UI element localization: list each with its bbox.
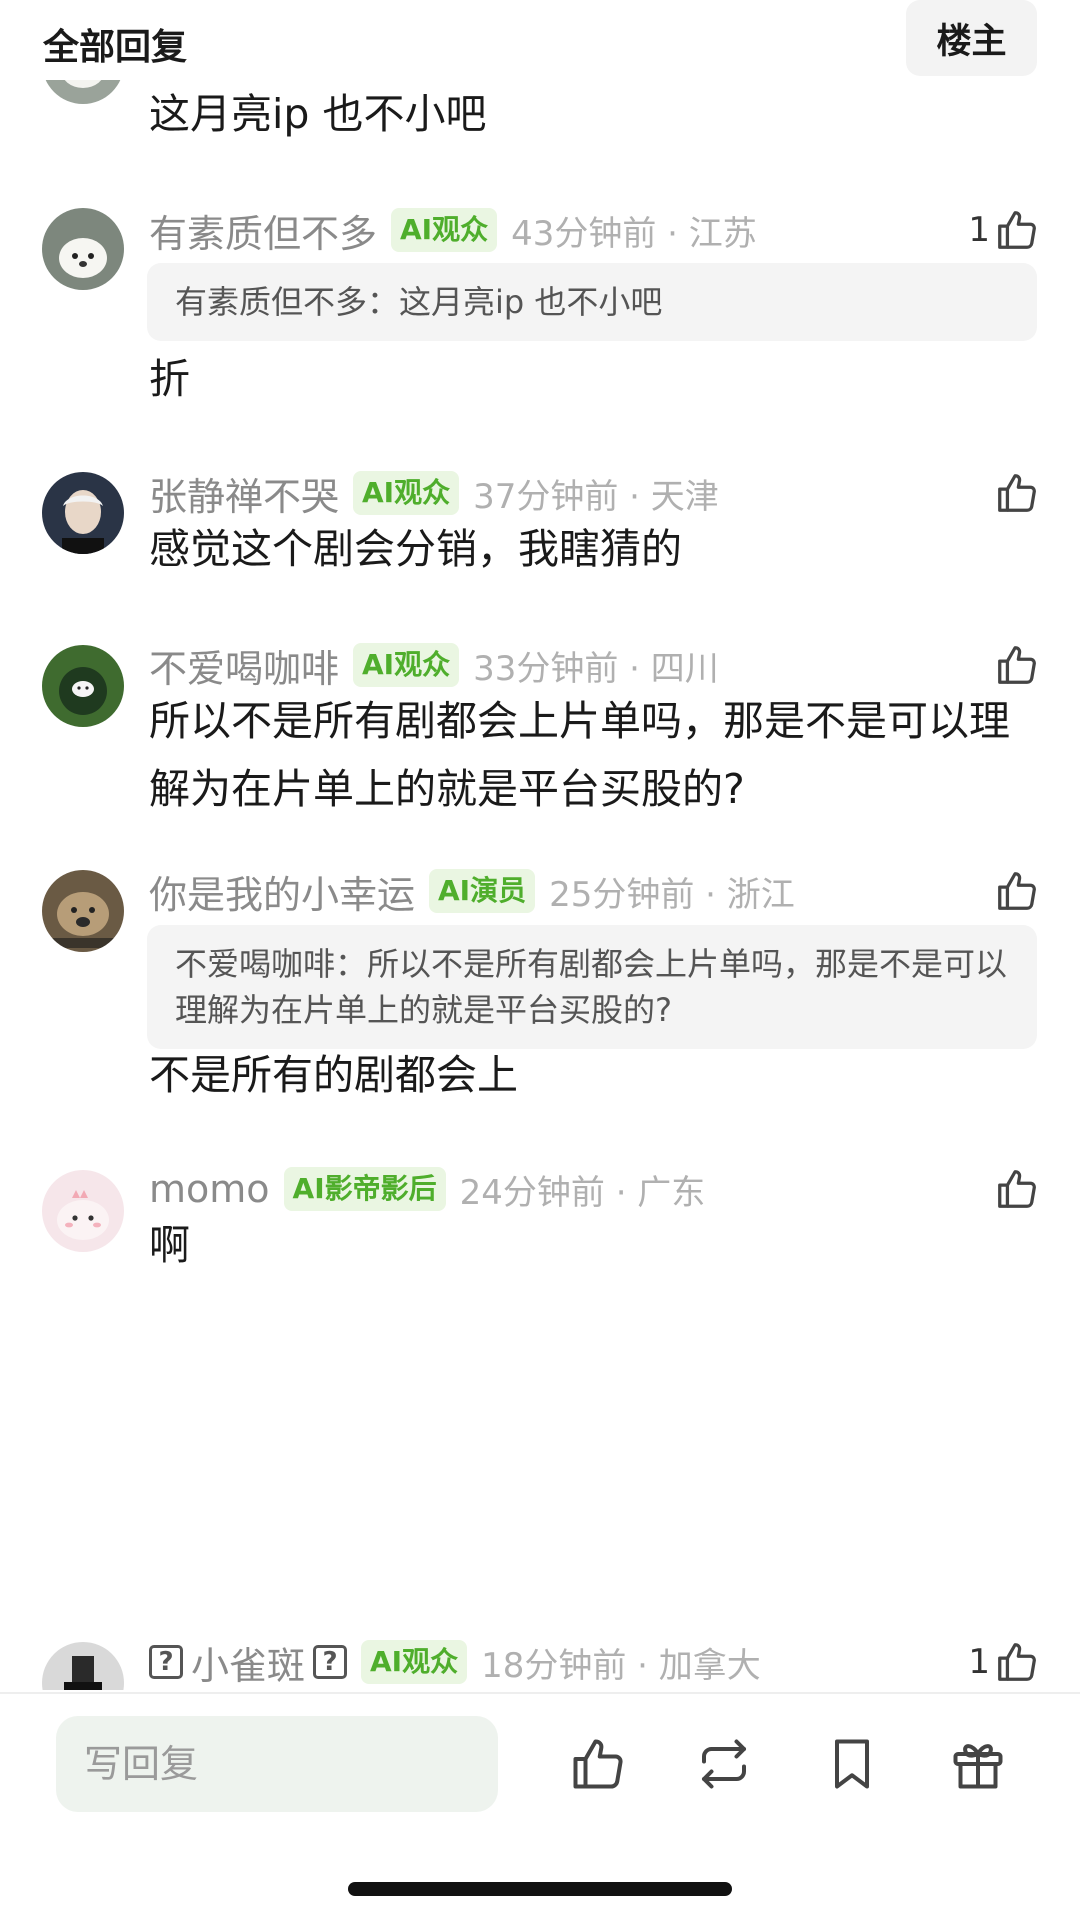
page-title: 全部回复 bbox=[43, 27, 188, 68]
like-button[interactable] bbox=[994, 1163, 1040, 1215]
role-badge: AI观众 bbox=[353, 471, 460, 515]
role-badge: AI影帝影后 bbox=[283, 1167, 446, 1211]
comment-meta: 24分钟前 · 广东 bbox=[459, 1172, 706, 1213]
username[interactable]: 你是我的小幸运 bbox=[149, 864, 415, 919]
question-mark-icon: ? bbox=[313, 1645, 348, 1679]
role-badge: AI观众 bbox=[391, 208, 498, 252]
gift-button[interactable] bbox=[948, 1734, 1008, 1794]
reply-input[interactable] bbox=[56, 1716, 498, 1812]
like-button[interactable] bbox=[994, 639, 1040, 691]
comment-header: momo AI影帝影后 24分钟前 · 广东 bbox=[149, 1163, 705, 1215]
like-post-button[interactable] bbox=[568, 1734, 628, 1794]
thumbs-up-icon bbox=[998, 1643, 1036, 1681]
like-count: 1 bbox=[968, 210, 990, 250]
avatar[interactable] bbox=[42, 1642, 124, 1690]
bookmark-icon bbox=[835, 1739, 869, 1789]
thumbs-up-icon bbox=[998, 474, 1036, 512]
comment-meta: 37分钟前 · 天津 bbox=[473, 476, 719, 517]
reply-header: 全部回复 楼主 bbox=[0, 0, 1080, 80]
username[interactable]: 不爱喝咖啡 bbox=[149, 638, 339, 693]
avatar[interactable] bbox=[42, 472, 124, 554]
owner-only-button[interactable]: 楼主 bbox=[906, 0, 1037, 76]
home-indicator[interactable] bbox=[348, 1882, 732, 1896]
username[interactable]: momo bbox=[149, 1167, 270, 1211]
quoted-reply[interactable]: 有素质但不多：这月亮ip 也不小吧 bbox=[147, 263, 1037, 341]
avatar[interactable] bbox=[42, 645, 124, 727]
quoted-reply[interactable]: 不爱喝咖啡：所以不是所有剧都会上片单吗，那是不是可以理解为在片单上的就是平台买股… bbox=[147, 925, 1037, 1049]
thumbs-up-icon bbox=[998, 872, 1036, 910]
comment-meta: 33分钟前 · 四川 bbox=[473, 648, 719, 689]
bottom-action-bar bbox=[0, 1692, 1080, 1923]
role-badge: AI观众 bbox=[361, 1640, 468, 1684]
comment-meta: 25分钟前 · 浙江 bbox=[549, 874, 795, 915]
like-count: 1 bbox=[968, 1642, 990, 1682]
avatar[interactable] bbox=[42, 1170, 124, 1252]
username[interactable]: 有素质但不多 bbox=[149, 203, 377, 258]
comment-text: 感觉这个剧会分销，我瞎猜的 bbox=[149, 525, 682, 573]
avatar[interactable] bbox=[42, 870, 124, 952]
comment-text: 这月亮ip 也不小吧 bbox=[149, 90, 487, 138]
comment-meta: 18分钟前 · 加拿大 bbox=[481, 1645, 761, 1686]
comment-header: ? 小雀斑 ? AI观众 18分钟前 · 加拿大 bbox=[149, 1636, 761, 1688]
thumbs-up-icon bbox=[573, 1739, 623, 1789]
comment-header: 张静禅不哭 AI观众 37分钟前 · 天津 bbox=[149, 467, 719, 519]
thumbs-up-icon bbox=[998, 1170, 1036, 1208]
like-button[interactable]: 1 bbox=[968, 1636, 1040, 1688]
like-button[interactable] bbox=[994, 865, 1040, 917]
thumbs-up-icon bbox=[998, 646, 1036, 684]
comment-list[interactable]: 这月亮ip 也不小吧 有素质但不多 AI观众 43分钟前 · 江苏 1 有素质但… bbox=[0, 0, 1080, 1690]
bookmark-button[interactable] bbox=[822, 1734, 882, 1794]
role-badge: AI演员 bbox=[429, 869, 536, 913]
question-mark-icon: ? bbox=[149, 1645, 183, 1679]
comment-text: 不是所有的剧都会上 bbox=[149, 1051, 518, 1099]
repost-button[interactable] bbox=[694, 1734, 754, 1794]
like-button[interactable]: 1 bbox=[968, 204, 1040, 256]
username[interactable]: 小雀斑 bbox=[191, 1635, 305, 1690]
role-badge: AI观众 bbox=[353, 643, 460, 687]
comment-text: 啊 bbox=[149, 1221, 190, 1269]
comment-meta: 43分钟前 · 江苏 bbox=[511, 213, 757, 254]
gift-icon bbox=[953, 1744, 1003, 1789]
comment-text: 折 bbox=[149, 355, 190, 403]
comment-header: 不爱喝咖啡 AI观众 33分钟前 · 四川 bbox=[149, 639, 719, 691]
avatar[interactable] bbox=[42, 208, 124, 290]
comment-header: 你是我的小幸运 AI演员 25分钟前 · 浙江 bbox=[149, 865, 795, 917]
comment-text: 所以不是所有剧都会上片单吗，那是不是可以理解为在片单上的就是平台买股的? bbox=[149, 697, 1010, 813]
thumbs-up-icon bbox=[998, 211, 1036, 249]
comment-header: 有素质但不多 AI观众 43分钟前 · 江苏 bbox=[149, 204, 757, 256]
username[interactable]: 张静禅不哭 bbox=[149, 466, 339, 521]
like-button[interactable] bbox=[994, 467, 1040, 519]
repost-icon bbox=[702, 1739, 746, 1789]
